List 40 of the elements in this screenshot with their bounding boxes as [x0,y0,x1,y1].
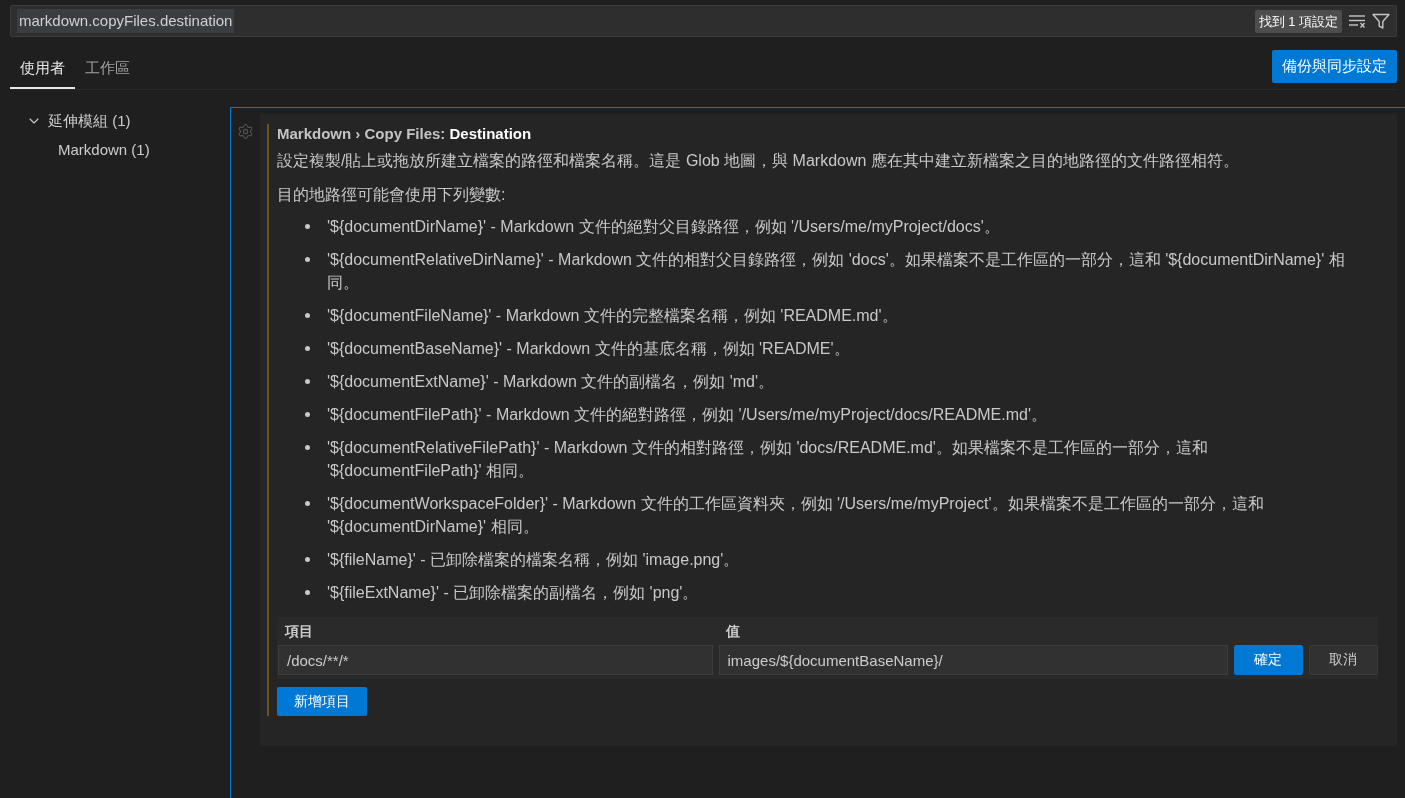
variable-description: '${fileName}' - 已卸除檔案的檔案名稱，例如 'image.png'。 [327,550,740,570]
ok-button[interactable]: 確定 [1234,645,1303,675]
result-count-badge: 找到 1 項設定 [1254,9,1342,33]
add-item-button[interactable]: 新增項目 [277,687,367,716]
bullet-icon [305,412,310,417]
bullet-icon [305,445,310,450]
variable-description: '${documentWorkspaceFolder}' - Markdown 文件的工作區資料夾，例如 '/Users/me/myProject'。如果檔案不是工作區的一部分，這和 '${documentDirName}' 相同。 [327,494,1265,537]
tree-item[interactable]: Markdown (1) [10,135,230,163]
bullet-icon [305,224,310,229]
filter-icon[interactable] [1372,13,1390,29]
tree-item[interactable]: 延伸模組 (1) [10,107,230,135]
key-input[interactable]: /docs/**/* [278,645,713,675]
variable-description: '${documentBaseName}' - Markdown 文件的基底名稱，例如 'README'。 [327,339,850,359]
variable-description: '${documentExtName}' - Markdown 文件的副檔名，例如 'md'。 [327,372,774,392]
bullet-icon [305,379,310,384]
value-input[interactable]: images/${documentBaseName}/ [718,645,1228,675]
variable-description: '${fileExtName}' - 已卸除檔案的副檔名，例如 'png'。 [327,583,699,603]
setting-description: 設定複製/貼上或拖放所建立檔案的路徑和檔案名稱。這是 Glob 地圖，與 Markdown 應在其中建立新檔案之目的地路徑的文件路徑相符。 [277,151,1240,171]
search-field[interactable]: markdown.copyFiles.destination 找到 1 項設定 [10,5,1397,37]
clear-filter-icon[interactable] [1348,13,1366,29]
bullet-icon [305,557,310,562]
bullet-icon [305,313,310,318]
bullet-icon [305,346,310,351]
column-header: 值 [724,622,741,641]
bullet-icon [305,257,310,262]
scope-tab[interactable]: 使用者 [10,50,75,89]
variable-description: '${documentRelativeFilePath}' - Markdown 文件的相對路徑，例如 'docs/README.md'。如果檔案不是工作區的一部分，這和 '${documentFilePath}' 相同。 [327,438,1209,481]
variables-intro: 目的地路徑可能會使用下列變數: [277,185,507,205]
cancel-button[interactable]: 取消 [1309,645,1378,675]
variable-description: '${documentFileName}' - Markdown 文件的完整檔案名稱，例如 'README.md'。 [327,306,898,326]
bullet-icon [305,501,310,506]
search-text: markdown.copyFiles.destination [17,9,235,33]
column-header: 項目 [283,622,314,641]
setting-title: Markdown › Copy Files: Destination [277,124,533,144]
bullet-icon [305,590,310,595]
variable-description: '${documentRelativeDirName}' - Markdown 文件的相對父目錄路徑，例如 'docs'。如果檔案不是工作區的一部分，這和 '${documentDirName}' 相同。 [327,250,1346,293]
variable-description: '${documentDirName}' - Markdown 文件的絕對父目錄路徑，例如 '/Users/me/myProject/docs'。 [327,217,1000,237]
sync-button[interactable]: 備份與同步設定 [1272,50,1397,83]
scope-tab[interactable]: 工作區 [75,50,140,89]
variable-description: '${documentFilePath}' - Markdown 文件的絕對路徑，例如 '/Users/me/myProject/docs/README.md'。 [327,405,1047,425]
